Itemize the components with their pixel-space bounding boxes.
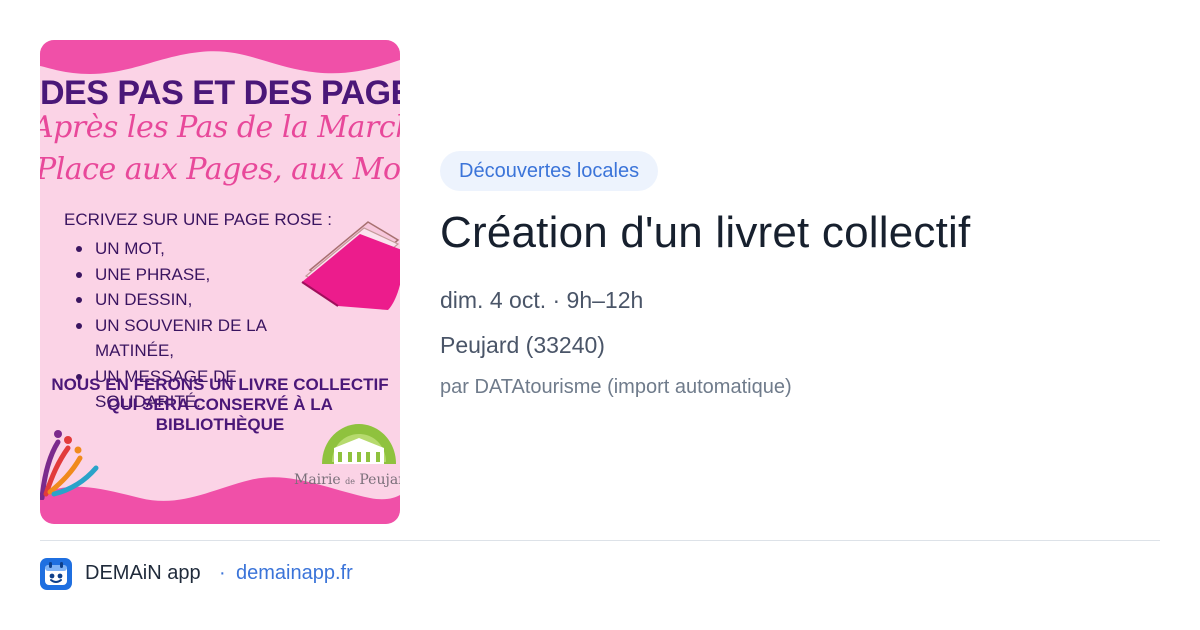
poster-list-item: UN SOUVENIR DE LA MATINÉE, [60,313,340,364]
footer-divider [40,540,1160,541]
poster-bottom-line-1: NOUS EN FERONS UN LIVRE COLLECTIF [51,375,389,394]
mairie-word: Mairie [294,472,341,488]
footer-separator: · [219,562,226,584]
app-name: DEMAiN app [85,562,201,584]
event-source: par DATAtourisme (import automatique) [440,376,792,398]
app-website-link[interactable]: demainapp.fr [236,562,353,585]
event-poster-image[interactable]: DES PAS ET DES PAGES Après les Pas de la… [40,40,400,524]
poster-title: DES PAS ET DES PAGES [40,74,400,112]
poster-bottom-line-2: QUI SERA CONSERVÉ À LA [107,395,333,414]
event-date-time: dim. 4 oct. · 9h–12h [440,287,644,313]
poster-script-line-1: Après les Pas de la Marche [40,110,400,145]
demain-app-icon[interactable] [40,558,72,590]
mairie-town: Peujard [359,472,400,488]
colorful-swirl-logo [40,430,99,500]
open-book-illustration [301,221,400,310]
event-location: Peujard (33240) [440,332,605,358]
category-chip[interactable]: Découvertes locales [440,151,659,191]
event-title: Création d'un livret collectif [440,208,971,257]
poster-script-line-2: Place aux Pages, aux Mots... [40,152,400,187]
mairie-building-logo [322,424,396,464]
mairie-de: de [345,477,355,486]
mairie-label: Mairie de Peujard [294,472,400,488]
